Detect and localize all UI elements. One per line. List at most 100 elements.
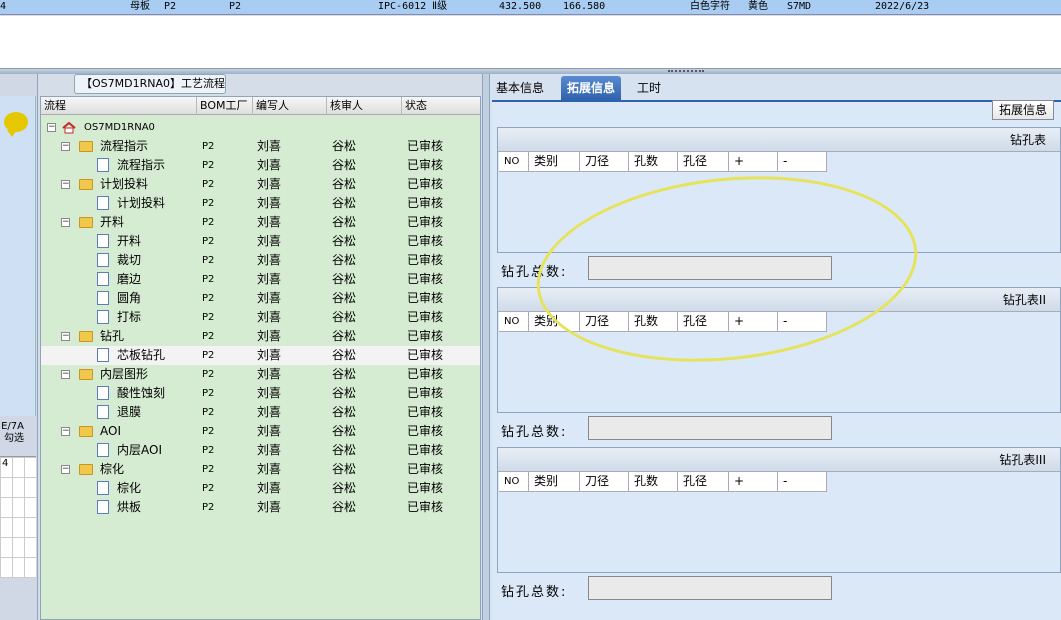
drill-col-header[interactable]: 孔径	[678, 472, 729, 492]
left-label-line2[interactable]: 勾选	[0, 433, 24, 445]
drill-col-header[interactable]: 类别	[529, 152, 580, 172]
col-reviewer[interactable]: 核审人	[327, 97, 402, 115]
tree-row[interactable]: − 流程指示 P2 刘喜 谷松 已审核	[41, 137, 480, 156]
splitter-grip-icon[interactable]	[668, 70, 704, 73]
tree-row[interactable]: − 内层图形 P2 刘喜 谷松 已审核	[41, 365, 480, 384]
tree-row[interactable]: − 开料 P2 刘喜 谷松 已审核	[41, 213, 480, 232]
tree-row-bom: P2	[202, 293, 215, 304]
tree-row-bom: P2	[202, 179, 215, 190]
drill-col-header[interactable]: -	[778, 472, 827, 492]
drill-total-input[interactable]	[588, 576, 832, 600]
drill-col-header[interactable]: 刀径	[580, 472, 629, 492]
tree-row-reviewer: 谷松	[332, 253, 357, 267]
drill-col-header[interactable]: -	[778, 312, 827, 332]
tree-row-status: 已审核	[407, 481, 444, 495]
drill-total-row: 钻孔总数:	[497, 413, 1061, 447]
tree-row[interactable]: − 棕化 P2 刘喜 谷松 已审核	[41, 460, 480, 479]
drill-col-header[interactable]: 孔数	[629, 152, 678, 172]
tree-row-name: 芯板钻孔	[117, 348, 166, 362]
col-bom-factory[interactable]: BOM工厂	[197, 97, 253, 115]
drill-col-header[interactable]: 刀径	[580, 312, 629, 332]
tree-row[interactable]: 流程指示 P2 刘喜 谷松 已审核	[41, 156, 480, 175]
tree-row-reviewer: 谷松	[332, 215, 357, 229]
drill-col-header[interactable]: +	[729, 312, 778, 332]
tree-row[interactable]: 芯板钻孔 P2 刘喜 谷松 已审核	[41, 346, 480, 365]
col-process[interactable]: 流程	[41, 97, 197, 115]
collapse-icon[interactable]: −	[61, 332, 70, 341]
vertical-splitter[interactable]	[482, 74, 490, 620]
tree-row[interactable]: 烘板 P2 刘喜 谷松 已审核	[41, 498, 480, 517]
tree-row-name: AOI	[100, 424, 121, 438]
tree-row[interactable]: 退膜 P2 刘喜 谷松 已审核	[41, 403, 480, 422]
tree-row[interactable]: 酸性蚀刻 P2 刘喜 谷松 已审核	[41, 384, 480, 403]
drill-col-header[interactable]: 孔径	[678, 152, 729, 172]
tree-row[interactable]: 磨边 P2 刘喜 谷松 已审核	[41, 270, 480, 289]
left-side-grid[interactable]	[0, 456, 36, 578]
tree-row-writer: 刘喜	[257, 348, 282, 362]
drill-col-header[interactable]: +	[729, 472, 778, 492]
tree-root-label: OS7MD1RNA0	[84, 122, 155, 133]
tree-row[interactable]: 圆角 P2 刘喜 谷松 已审核	[41, 289, 480, 308]
tree-row[interactable]: 棕化 P2 刘喜 谷松 已审核	[41, 479, 480, 498]
drill-col-header[interactable]: NO	[499, 152, 529, 172]
drill-col-header[interactable]: 孔径	[678, 312, 729, 332]
tree-row[interactable]: 裁切 P2 刘喜 谷松 已审核	[41, 251, 480, 270]
col-status[interactable]: 状态	[402, 97, 480, 115]
chat-bubble-icon[interactable]	[4, 112, 28, 137]
tree-row-status: 已审核	[407, 443, 444, 457]
tree-row-bom: P2	[202, 331, 215, 342]
folder-icon	[79, 426, 93, 437]
tree-row[interactable]: − 钻孔 P2 刘喜 谷松 已审核	[41, 327, 480, 346]
tab-basic-info[interactable]: 基本信息	[490, 76, 550, 100]
tree-row-writer: 刘喜	[257, 291, 282, 305]
tree-row[interactable]: 开料 P2 刘喜 谷松 已审核	[41, 232, 480, 251]
drill-table[interactable]: 钻孔表III NO 类别 刀径 孔数 孔径 + -	[497, 447, 1061, 573]
tree-row-name: 计划投料	[100, 177, 149, 191]
drill-total-input[interactable]	[588, 416, 832, 440]
drill-total-input[interactable]	[588, 256, 832, 280]
collapse-icon[interactable]: −	[61, 218, 70, 227]
tree-row-bom: P2	[202, 160, 215, 171]
tree-root[interactable]: − OS7MD1RNA0	[41, 118, 480, 137]
drill-table[interactable]: 钻孔表II NO 类别 刀径 孔数 孔径 + -	[497, 287, 1061, 413]
collapse-icon[interactable]: −	[61, 180, 70, 189]
folder-icon	[79, 369, 93, 380]
tree-row[interactable]: − 计划投料 P2 刘喜 谷松 已审核	[41, 175, 480, 194]
collapse-icon[interactable]: −	[47, 123, 56, 132]
col-writer[interactable]: 编写人	[253, 97, 327, 115]
tree-row-writer: 刘喜	[257, 329, 282, 343]
tab-extended-info[interactable]: 拓展信息	[561, 76, 622, 100]
drill-col-header[interactable]: 类别	[529, 472, 580, 492]
tree-row-name: 退膜	[117, 405, 142, 419]
tree-row[interactable]: − AOI P2 刘喜 谷松 已审核	[41, 422, 480, 441]
tree-row[interactable]: 打标 P2 刘喜 谷松 已审核	[41, 308, 480, 327]
collapse-icon[interactable]: −	[61, 370, 70, 379]
tree-row-status: 已审核	[407, 158, 444, 172]
drill-col-header[interactable]: -	[778, 152, 827, 172]
drill-col-header[interactable]: 孔数	[629, 312, 678, 332]
collapse-icon[interactable]: −	[61, 427, 70, 436]
tree-row-bom: P2	[202, 274, 215, 285]
collapse-icon[interactable]: −	[61, 142, 70, 151]
extended-info-button[interactable]: 拓展信息	[992, 100, 1054, 120]
tree-row-name: 磨边	[117, 272, 142, 286]
drill-col-header[interactable]: +	[729, 152, 778, 172]
collapse-icon[interactable]: −	[61, 465, 70, 474]
drill-col-header[interactable]: NO	[499, 312, 529, 332]
drill-col-header[interactable]: 孔数	[629, 472, 678, 492]
drill-col-header[interactable]: 刀径	[580, 152, 629, 172]
tree-row-writer: 刘喜	[257, 272, 282, 286]
tree-row-status: 已审核	[407, 405, 444, 419]
top-record-row[interactable]: 4 母板 P2 P2 IPC-6012 Ⅱ级 432.500 166.580 白…	[0, 0, 1061, 15]
drill-col-header[interactable]: 类别	[529, 312, 580, 332]
drill-table[interactable]: 钻孔表 NO 类别 刀径 孔数 孔径 + -	[497, 127, 1061, 253]
tree-row-bom: P2	[202, 407, 215, 418]
tree-row-bom: P2	[202, 369, 215, 380]
document-icon	[97, 272, 109, 286]
drill-col-header[interactable]: NO	[499, 472, 529, 492]
tree-row[interactable]: 计划投料 P2 刘喜 谷松 已审核	[41, 194, 480, 213]
tab-work-hours[interactable]: 工时	[631, 76, 667, 100]
tree-row-name: 烘板	[117, 500, 142, 514]
tree-row[interactable]: 内层AOI P2 刘喜 谷松 已审核	[41, 441, 480, 460]
tree-row-status: 已审核	[407, 424, 444, 438]
